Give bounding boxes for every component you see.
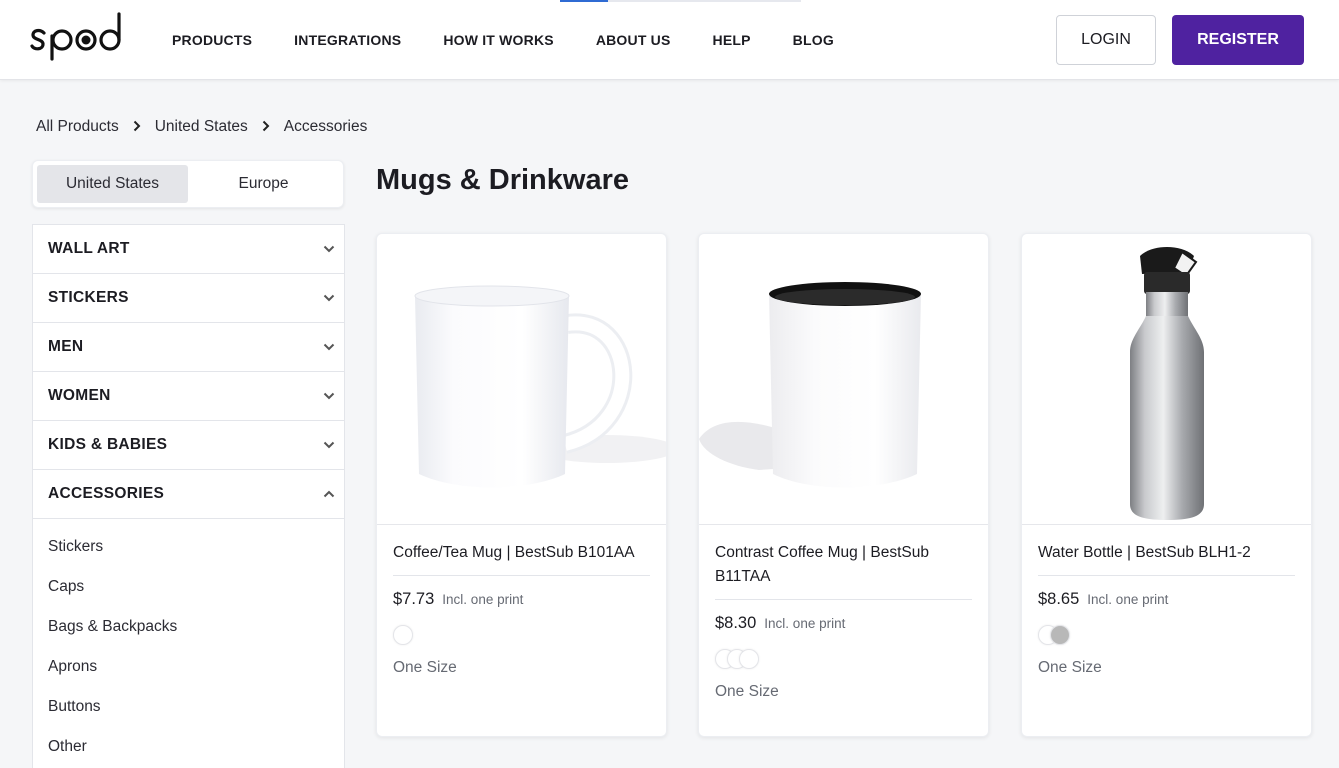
chevron-down-icon	[322, 389, 336, 403]
product-image[interactable]	[1022, 234, 1311, 525]
breadcrumb-united-states[interactable]: United States	[155, 118, 248, 136]
chevron-down-icon	[322, 242, 336, 256]
nav-about-us[interactable]: ABOUT US	[596, 32, 671, 48]
subcategory-caps[interactable]: Caps	[33, 567, 344, 607]
category-accessories[interactable]: ACCESSORIES	[33, 470, 344, 519]
price-note: Incl. one print	[442, 592, 524, 607]
category-label: WALL ART	[48, 240, 130, 257]
category-kids-babies[interactable]: KIDS & BABIES	[33, 421, 344, 470]
product-title[interactable]: Coffee/Tea Mug | BestSub B101AA	[393, 541, 650, 576]
breadcrumb-all-products[interactable]: All Products	[36, 118, 119, 136]
accessories-subcategories: Stickers Caps Bags & Backpacks Aprons Bu…	[33, 519, 344, 767]
product-title[interactable]: Contrast Coffee Mug | BestSub B11TAA	[715, 541, 972, 600]
product-price: $8.65	[1038, 590, 1080, 608]
category-label: STICKERS	[48, 289, 129, 306]
price-note: Incl. one print	[764, 616, 846, 631]
water-bottle-icon	[1130, 247, 1204, 520]
nav-integrations[interactable]: INTEGRATIONS	[294, 32, 401, 48]
color-swatches	[1038, 625, 1295, 645]
subcategory-aprons[interactable]: Aprons	[33, 647, 344, 687]
chevron-up-icon	[322, 487, 336, 501]
category-label: ACCESSORIES	[48, 485, 165, 502]
nav-help[interactable]: HELP	[713, 32, 751, 48]
product-title[interactable]: Water Bottle | BestSub BLH1-2	[1038, 541, 1295, 576]
nav-how-it-works[interactable]: HOW IT WORKS	[443, 32, 554, 48]
breadcrumb: All Products United States Accessories	[36, 118, 367, 136]
subcategory-stickers[interactable]: Stickers	[33, 527, 344, 567]
size-label: One Size	[393, 659, 457, 676]
spod-logo[interactable]	[30, 10, 134, 62]
category-wall-art[interactable]: WALL ART	[33, 225, 344, 274]
chevron-down-icon	[322, 438, 336, 452]
subcategory-bags-backpacks[interactable]: Bags & Backpacks	[33, 607, 344, 647]
nav-products[interactable]: PRODUCTS	[172, 32, 252, 48]
page-title: Mugs & Drinkware	[376, 164, 629, 196]
product-image[interactable]	[377, 234, 666, 525]
category-men[interactable]: MEN	[33, 323, 344, 372]
category-label: WOMEN	[48, 387, 111, 404]
region-europe[interactable]: Europe	[188, 165, 339, 203]
category-sidebar: WALL ART STICKERS MEN WOMEN KIDS & BABIE…	[32, 224, 345, 768]
color-swatch-white[interactable]	[393, 625, 413, 645]
subcategory-buttons[interactable]: Buttons	[33, 687, 344, 727]
mug-icon	[414, 285, 666, 488]
product-card[interactable]: Water Bottle | BestSub BLH1-2 $8.65 Incl…	[1021, 233, 1312, 737]
contrast-mug-icon	[699, 282, 921, 488]
nav-blog[interactable]: BLOG	[793, 32, 834, 48]
chevron-right-icon	[262, 120, 270, 135]
chevron-down-icon	[322, 340, 336, 354]
login-button[interactable]: LOGIN	[1056, 15, 1156, 65]
breadcrumb-accessories[interactable]: Accessories	[284, 118, 368, 136]
region-toggle: United States Europe	[32, 160, 344, 208]
site-header: PRODUCTS INTEGRATIONS HOW IT WORKS ABOUT…	[0, 0, 1339, 80]
main-nav: PRODUCTS INTEGRATIONS HOW IT WORKS ABOUT…	[172, 0, 876, 80]
product-card[interactable]: Contrast Coffee Mug | BestSub B11TAA $8.…	[698, 233, 989, 737]
price-note: Incl. one print	[1087, 592, 1169, 607]
color-swatches	[393, 625, 650, 645]
product-price: $8.30	[715, 614, 757, 632]
region-united-states[interactable]: United States	[37, 165, 188, 203]
register-button[interactable]: REGISTER	[1172, 15, 1304, 65]
category-label: KIDS & BABIES	[48, 436, 168, 453]
category-label: MEN	[48, 338, 84, 355]
product-image[interactable]	[699, 234, 988, 525]
category-women[interactable]: WOMEN	[33, 372, 344, 421]
size-label: One Size	[715, 683, 779, 700]
chevron-right-icon	[133, 120, 141, 135]
color-swatches	[715, 649, 972, 669]
color-swatch-white[interactable]	[739, 649, 759, 669]
product-card[interactable]: Coffee/Tea Mug | BestSub B101AA $7.73 In…	[376, 233, 667, 737]
size-label: One Size	[1038, 659, 1102, 676]
subcategory-other[interactable]: Other	[33, 727, 344, 767]
chevron-down-icon	[322, 291, 336, 305]
color-swatch-silver[interactable]	[1050, 625, 1070, 645]
category-stickers[interactable]: STICKERS	[33, 274, 344, 323]
product-price: $7.73	[393, 590, 435, 608]
